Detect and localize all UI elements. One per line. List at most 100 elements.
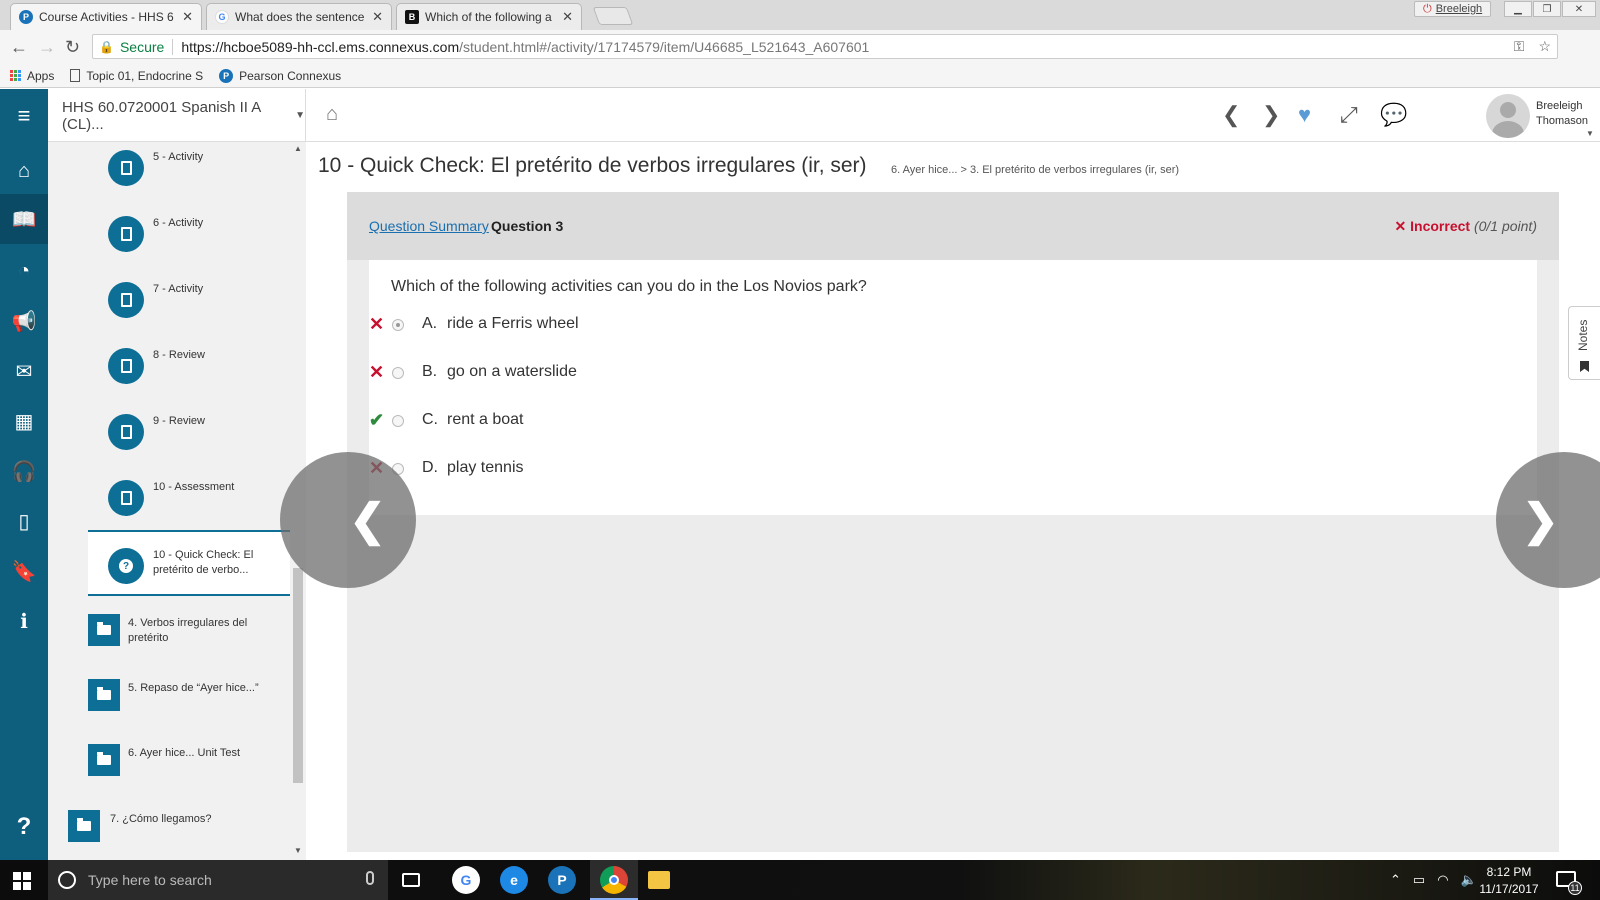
breadcrumb[interactable]: 6. Ayer hice... > 3. El pretérito de ver… — [891, 164, 1179, 176]
question-summary-link[interactable]: Question Summary — [369, 218, 489, 234]
volume-icon[interactable]: 🔈 — [1461, 872, 1477, 888]
rail-home-icon[interactable]: ⌂ — [0, 146, 48, 196]
rail-mail-icon[interactable]: ✉ — [0, 346, 48, 396]
pearson-app-icon[interactable]: P — [548, 866, 576, 894]
rail-courses-book-icon[interactable]: 📖 — [0, 194, 48, 244]
home-icon[interactable]: ⌂ — [326, 103, 338, 126]
sidebar-unit[interactable]: 5. Repaso de “Ayer hice...” — [88, 679, 306, 739]
avatar[interactable] — [1486, 94, 1530, 138]
rail-help-icon[interactable]: ? — [0, 802, 48, 852]
bookmark-star-icon[interactable]: ☆ — [1538, 38, 1551, 55]
new-tab-button[interactable] — [592, 7, 634, 25]
battery-icon[interactable]: ▭ — [1413, 872, 1425, 888]
close-window-button[interactable]: ✕ — [1562, 1, 1596, 17]
back-arrow-icon[interactable]: ← — [10, 37, 28, 58]
unit-label: 4. Verbos irregulares del pretérito — [128, 617, 248, 644]
user-first-name: Breeleigh — [1536, 100, 1583, 112]
radio-button[interactable] — [392, 367, 404, 379]
sidebar-activity[interactable]: 8 - Review — [48, 340, 292, 406]
show-hidden-icons-icon[interactable]: ⌃ — [1390, 872, 1401, 888]
key-icon[interactable]: ⚿ — [1514, 38, 1525, 55]
rail-info-icon[interactable]: ℹ — [0, 596, 48, 646]
rail-gauge-icon[interactable]: ◔ — [0, 246, 48, 296]
sidebar-activity[interactable]: 5 - Activity — [48, 142, 292, 208]
favorite-heart-icon[interactable]: ♥ — [1298, 102, 1311, 128]
incorrect-x-icon: ✕ — [369, 362, 385, 382]
bookmark-topic-01[interactable]: Topic 01, Endocrine S — [70, 69, 203, 83]
chat-bubble-icon[interactable]: 💬 — [1380, 102, 1407, 128]
browser-tab-google-search[interactable]: G What does the sentence ✕ — [206, 3, 392, 30]
scroll-up-arrow-icon[interactable]: ▲ — [294, 144, 302, 153]
rail-bookmark-book-icon[interactable]: 🔖 — [0, 546, 48, 596]
url-path: /student.html#/activity/17174579/item/U4… — [459, 38, 870, 55]
previous-question-button[interactable]: ❮ — [280, 452, 416, 588]
bookmark-apps[interactable]: Apps — [10, 69, 54, 83]
taskbar-clock[interactable]: 8:12 PM 11/17/2017 — [1478, 864, 1540, 898]
previous-activity-icon[interactable]: ❮ — [1222, 102, 1240, 128]
restore-window-button[interactable]: ❐ — [1533, 1, 1561, 17]
radio-button[interactable] — [392, 415, 404, 427]
microphone-icon[interactable] — [366, 871, 374, 885]
google-app-icon[interactable]: G — [452, 866, 480, 894]
answer-option-a[interactable]: ✕ A. ride a Ferris wheel — [369, 314, 769, 338]
answer-option-c[interactable]: ✔ C. rent a boat — [369, 410, 769, 434]
radio-button[interactable] — [392, 319, 404, 331]
windows-start-icon[interactable] — [13, 872, 31, 890]
menu-hamburger-icon[interactable]: ≡ — [0, 89, 48, 142]
chrome-app-icon[interactable] — [600, 866, 628, 894]
bookmark-pearson-connexus[interactable]: P Pearson Connexus — [219, 68, 341, 83]
cortana-circle-icon — [58, 871, 76, 889]
option-letter: C. — [422, 411, 438, 428]
browser-tab-course-activities[interactable]: P Course Activities - HHS 6 ✕ — [10, 3, 202, 30]
wifi-icon[interactable]: ◠ — [1437, 872, 1448, 888]
option-letter: D. — [422, 459, 438, 476]
option-letter: A. — [422, 315, 438, 332]
sidebar-activity[interactable]: 7 - Activity — [48, 274, 292, 340]
rail-megaphone-icon[interactable]: 📢 — [0, 296, 48, 346]
answer-option-d[interactable]: ✕ D. play tennis — [369, 458, 769, 482]
chrome-profile-button[interactable]: ⏻ Breeleigh — [1414, 1, 1492, 17]
answer-option-b[interactable]: ✕ B. go on a waterslide — [369, 362, 769, 386]
rail-calendar-icon[interactable]: ▦ — [0, 396, 48, 446]
bookmark-label: Apps — [27, 68, 55, 83]
scrollbar-thumb[interactable] — [293, 568, 303, 783]
user-menu-caret-icon[interactable]: ▼ — [1586, 129, 1594, 138]
forward-arrow-icon[interactable]: → — [38, 37, 56, 58]
profile-name: Breeleigh — [1435, 3, 1483, 15]
google-icon: G — [215, 10, 229, 24]
reload-icon[interactable]: ↻ — [65, 37, 80, 58]
next-activity-icon[interactable]: ❯ — [1262, 102, 1280, 128]
file-explorer-icon[interactable] — [648, 871, 670, 889]
sidebar-unit[interactable]: 7. ¿Cómo llegamos? — [68, 810, 288, 860]
address-bar[interactable]: 🔒 Secure https://hcboe5089-hh-ccl.ems.co… — [92, 34, 1558, 59]
course-selector[interactable]: HHS 60.0720001 Spanish II A (CL)... ▼ — [48, 89, 306, 142]
sidebar-activity[interactable]: 10 - Assessment — [48, 472, 292, 538]
bookmarks-bar: Apps Topic 01, Endocrine S P Pearson Con… — [0, 64, 1600, 88]
close-tab-icon[interactable]: ✕ — [372, 9, 383, 25]
notes-tab[interactable]: Notes — [1568, 306, 1600, 380]
scroll-down-arrow-icon[interactable]: ▼ — [294, 846, 302, 855]
document-icon — [108, 216, 144, 252]
browser-tab-brainly[interactable]: B Which of the following a ✕ — [396, 3, 582, 30]
sidebar-activity[interactable]: 6 - Activity — [48, 208, 292, 274]
taskbar-search-box[interactable]: Type here to search — [48, 860, 388, 900]
sidebar-activity-current[interactable]: ? 10 - Quick Check: El pretérito de verb… — [88, 530, 292, 596]
result-status: ✕ Incorrect (0/1 point) — [1395, 218, 1537, 235]
fullscreen-expand-icon[interactable]: ⤢ — [1340, 102, 1358, 128]
close-tab-icon[interactable]: ✕ — [182, 9, 193, 25]
minimize-window-button[interactable]: ▁ — [1504, 1, 1532, 17]
internet-explorer-icon[interactable]: e — [500, 866, 528, 894]
user-name[interactable]: Breeleigh Thomason — [1536, 99, 1600, 129]
activity-label: 10 - Assessment — [153, 481, 235, 493]
sidebar-unit[interactable]: 6. Ayer hice... Unit Test — [88, 744, 306, 804]
rail-notebook-icon[interactable]: ▯ — [0, 496, 48, 546]
option-text: rent a boat — [447, 411, 524, 428]
notes-label: Notes — [1576, 319, 1590, 351]
task-view-icon[interactable] — [402, 873, 420, 887]
sidebar-activity[interactable]: 9 - Review — [48, 406, 292, 472]
close-tab-icon[interactable]: ✕ — [562, 9, 573, 25]
rail-headphones-icon[interactable]: 🎧 — [0, 446, 48, 496]
clock-date: 11/17/2017 — [1479, 882, 1539, 896]
sidebar-unit[interactable]: 4. Verbos irregulares del pretérito — [88, 614, 306, 674]
document-icon — [70, 69, 81, 82]
